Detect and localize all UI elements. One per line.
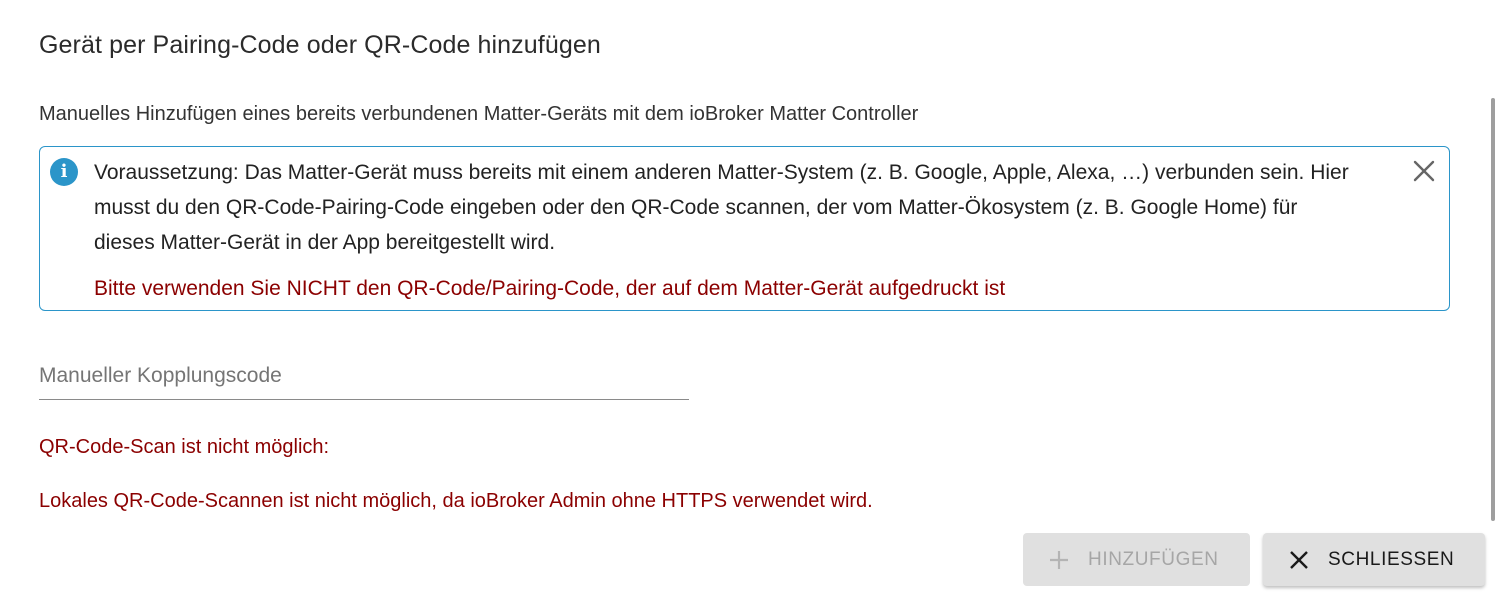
info-icon: i [50, 158, 78, 186]
close-button[interactable]: SCHLIESSEN [1263, 533, 1485, 586]
dialog-subtitle: Manuelles Hinzufügen eines bereits verbu… [39, 103, 919, 125]
add-button[interactable]: HINZUFÜGEN [1023, 533, 1250, 586]
add-device-dialog: Gerät per Pairing-Code oder QR-Code hinz… [0, 0, 1495, 592]
alert-warning: Bitte verwenden Sie NICHT den QR-Code/Pa… [94, 277, 1006, 300]
dialog-title: Gerät per Pairing-Code oder QR-Code hinz… [39, 31, 601, 59]
close-button-label: SCHLIESSEN [1328, 548, 1455, 570]
info-alert: i Voraussetzung: Das Matter-Gerät muss b… [39, 146, 1450, 311]
close-icon[interactable] [1409, 156, 1439, 186]
scrollbar[interactable] [1491, 98, 1495, 521]
add-button-label: HINZUFÜGEN [1088, 548, 1219, 570]
pairing-code-field [39, 360, 689, 400]
qr-scan-error-title: QR-Code-Scan ist nicht möglich: [39, 436, 330, 458]
plus-icon [1050, 550, 1068, 569]
qr-scan-error-reason: Lokales QR-Code-Scannen ist nicht möglic… [39, 490, 873, 512]
pairing-code-input[interactable] [39, 360, 689, 392]
close-icon [1290, 550, 1308, 569]
alert-text: Voraussetzung: Das Matter-Gerät muss ber… [94, 161, 1349, 254]
